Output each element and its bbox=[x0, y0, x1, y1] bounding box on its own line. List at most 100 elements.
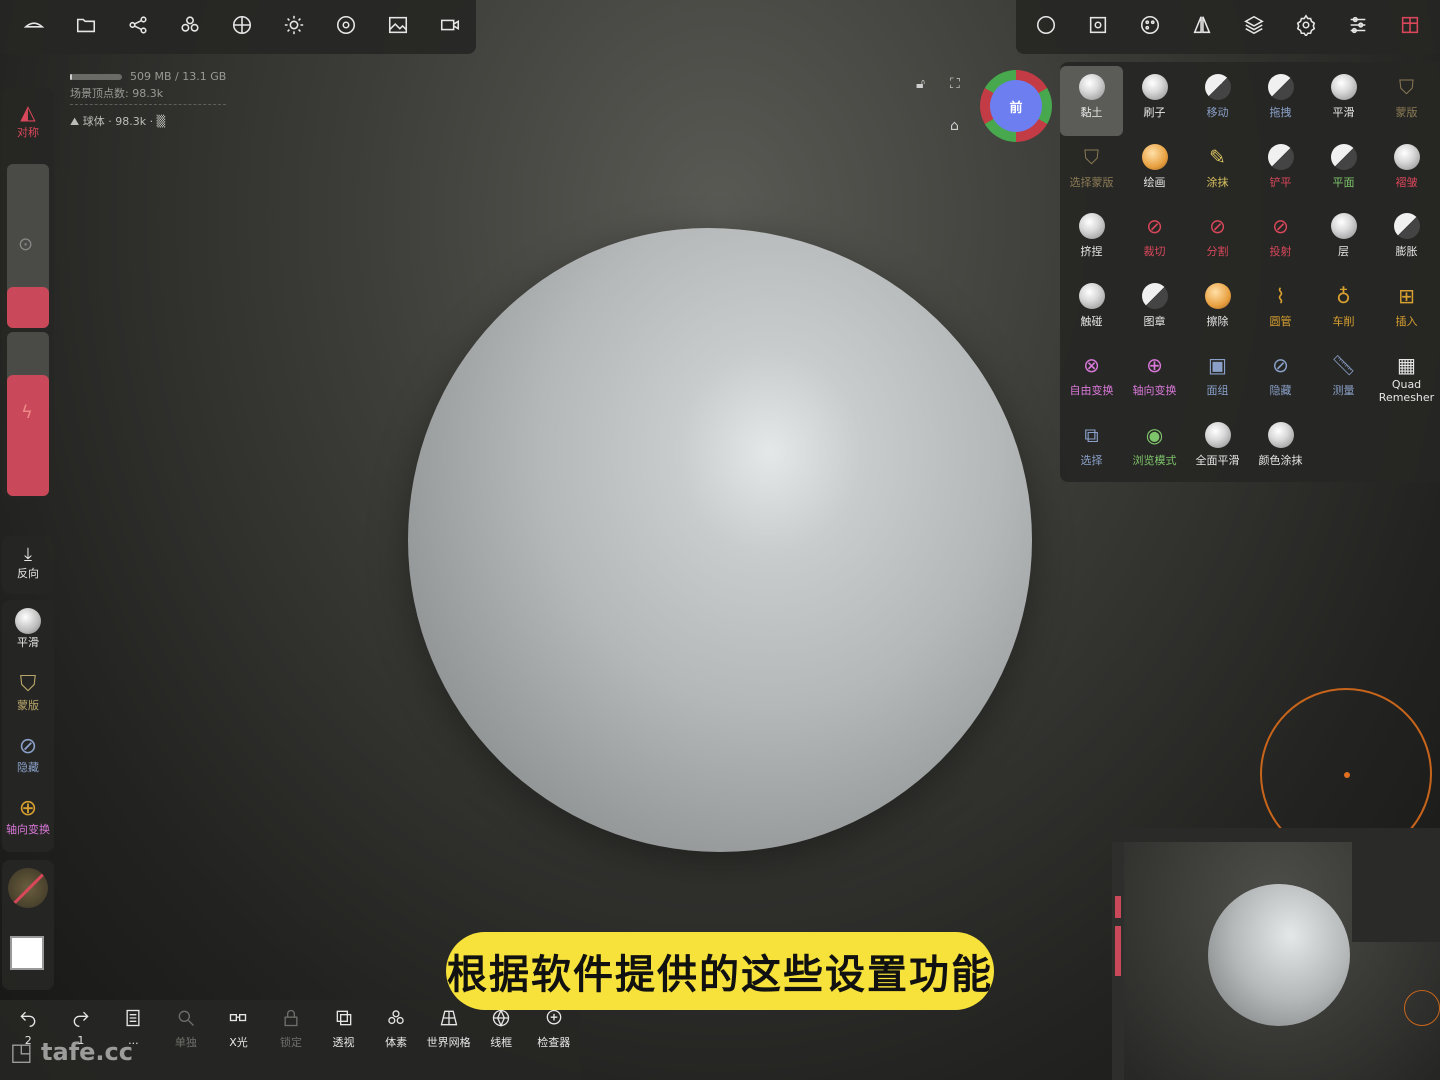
objects-button[interactable] bbox=[164, 0, 216, 54]
tool-31[interactable]: ⧉ 选择 bbox=[1060, 414, 1123, 484]
light-button[interactable] bbox=[268, 0, 320, 54]
tool-label: 平面 bbox=[1332, 175, 1355, 189]
tool-11[interactable]: 平面 bbox=[1312, 136, 1375, 206]
app-logo-icon bbox=[23, 14, 45, 40]
tool-24[interactable]: ⊞ 插入 bbox=[1375, 275, 1438, 345]
tool-7[interactable]: ⛉ 选择蒙版 bbox=[1060, 136, 1123, 206]
hide-shortcut[interactable]: ⊘ 隐藏 bbox=[2, 734, 54, 775]
memory-text: 509 MB / 13.1 GB bbox=[130, 70, 227, 83]
tool-19[interactable]: 触碰 bbox=[1060, 275, 1123, 345]
palette-button[interactable] bbox=[1124, 0, 1176, 54]
fullscreen-icon[interactable]: ⛶ bbox=[950, 76, 960, 92]
smooth-shortcut[interactable]: 平滑 bbox=[2, 608, 54, 650]
tool-21[interactable]: 擦除 bbox=[1186, 275, 1249, 345]
orange-brush-icon bbox=[1141, 143, 1168, 170]
tool-label: 绘画 bbox=[1143, 175, 1166, 189]
tool-8[interactable]: 绘画 bbox=[1123, 136, 1186, 206]
sliders-button[interactable] bbox=[1332, 0, 1384, 54]
tool-27[interactable]: ▣ 面组 bbox=[1186, 344, 1249, 414]
object-row[interactable]: ⛰ 球体 · 98.3k · ▒ bbox=[70, 113, 226, 129]
material-button[interactable] bbox=[216, 0, 268, 54]
tool-17[interactable]: 层 bbox=[1312, 205, 1375, 275]
radius-slider[interactable]: ⊙ bbox=[7, 164, 49, 328]
settings-button[interactable] bbox=[1280, 0, 1332, 54]
tool-10[interactable]: 铲平 bbox=[1249, 136, 1312, 206]
home-icon[interactable]: ⌂ bbox=[950, 118, 959, 134]
tool-29[interactable]: 📏︎ 测量 bbox=[1312, 344, 1375, 414]
bottom-label: 世界网格 bbox=[426, 1036, 471, 1049]
tool-label: 隐藏 bbox=[1269, 384, 1292, 397]
view-cube-front[interactable]: 前 bbox=[990, 80, 1042, 132]
render-button[interactable] bbox=[1072, 0, 1124, 54]
lock-view-icon[interactable]: 🔓︎ bbox=[916, 76, 925, 92]
layers-button[interactable] bbox=[1228, 0, 1280, 54]
tool-25[interactable]: ⊗ 自由变换 bbox=[1060, 344, 1123, 414]
tube-icon: ⌇ bbox=[1275, 283, 1286, 308]
hide-label: 隐藏 bbox=[17, 761, 39, 774]
tool-22[interactable]: ⌇ 圆管 bbox=[1249, 275, 1312, 345]
video-subtitle: 根据软件提供的这些设置功能 bbox=[446, 932, 994, 1010]
tool-5[interactable]: 平滑 bbox=[1312, 66, 1375, 136]
tool-20[interactable]: 图章 bbox=[1123, 275, 1186, 345]
symmetry-icon: ◭ bbox=[20, 100, 36, 124]
tool-30[interactable]: ▦ Quad Remesher bbox=[1375, 344, 1438, 414]
tool-4[interactable]: 拖拽 bbox=[1249, 66, 1312, 136]
half-brush-icon bbox=[1141, 282, 1168, 309]
tool-3[interactable]: 移动 bbox=[1186, 66, 1249, 136]
axis-transform-shortcut[interactable]: ⊕ 轴向变换 bbox=[2, 796, 54, 837]
tool-1[interactable]: 黏土 bbox=[1060, 66, 1123, 136]
bottom-label: 线框 bbox=[490, 1036, 513, 1049]
app-logo-button[interactable] bbox=[8, 0, 60, 54]
symmetry-button[interactable] bbox=[1176, 0, 1228, 54]
color-swatch[interactable] bbox=[10, 936, 44, 970]
perspective-button[interactable]: 透视 bbox=[317, 1000, 370, 1080]
view-cube[interactable]: 前 bbox=[980, 70, 1052, 142]
sphere-brush-icon bbox=[1078, 213, 1105, 239]
tool-label: 触碰 bbox=[1080, 314, 1103, 328]
xray-button[interactable]: X光 bbox=[212, 1000, 265, 1080]
tool-32[interactable]: ◉ 浏览模式 bbox=[1123, 414, 1186, 484]
tool-14[interactable]: ⊘ 裁切 bbox=[1123, 205, 1186, 275]
lock-button[interactable]: 锁定 bbox=[265, 1000, 318, 1080]
tool-label: 颜色涂抹 bbox=[1258, 453, 1303, 467]
tool-23[interactable]: ♁ 车削 bbox=[1312, 275, 1375, 345]
tool-13[interactable]: 挤捏 bbox=[1060, 205, 1123, 275]
matcap-button[interactable] bbox=[1020, 0, 1072, 54]
tool-6[interactable]: ⛉ 蒙版 bbox=[1375, 66, 1438, 136]
shop-button[interactable] bbox=[1384, 0, 1436, 54]
video-icon bbox=[439, 14, 461, 40]
share-button[interactable] bbox=[112, 0, 164, 54]
isolate-button[interactable]: 单独 bbox=[160, 1000, 213, 1080]
tool-15[interactable]: ⊘ 分割 bbox=[1186, 205, 1249, 275]
sphere-brush-icon bbox=[1330, 74, 1357, 100]
wireframe-button[interactable]: 线框 bbox=[475, 1000, 528, 1080]
tool-2[interactable]: 刷子 bbox=[1123, 66, 1186, 136]
half-brush-icon bbox=[1393, 213, 1420, 239]
tool-26[interactable]: ⊕ 轴向变换 bbox=[1123, 344, 1186, 414]
tool-12[interactable]: 褶皱 bbox=[1375, 136, 1438, 206]
mask-shortcut[interactable]: ⛉ 蒙版 bbox=[2, 672, 54, 713]
reverse-button[interactable]: ⤓ 反向 bbox=[2, 544, 54, 581]
tool-33[interactable]: 全面平滑 bbox=[1186, 414, 1249, 484]
tool-16[interactable]: ⊘ 投射 bbox=[1249, 205, 1312, 275]
camera-settings-button[interactable] bbox=[320, 0, 372, 54]
tool-34[interactable]: 颜色涂抹 bbox=[1249, 414, 1312, 484]
voxel-button[interactable]: 体素 bbox=[370, 1000, 423, 1080]
tool-28[interactable]: ⊘ 隐藏 bbox=[1249, 344, 1312, 414]
facegroup-icon: ▣ bbox=[1208, 353, 1227, 377]
grid-button[interactable]: 世界网格 bbox=[422, 1000, 475, 1080]
shield-icon: ⛉ bbox=[1399, 75, 1414, 99]
sculpt-sphere[interactable] bbox=[408, 228, 1032, 852]
symmetry-button[interactable]: ◭ 对称 bbox=[2, 100, 54, 140]
tool-9[interactable]: ✎ 涂抹 bbox=[1186, 136, 1249, 206]
half-brush-icon bbox=[1204, 74, 1231, 100]
inspector-button[interactable]: 检查器 bbox=[527, 1000, 580, 1080]
image-button[interactable] bbox=[372, 0, 424, 54]
video-button[interactable] bbox=[424, 0, 476, 54]
folder-button[interactable] bbox=[60, 0, 112, 54]
tool-18[interactable]: 膨胀 bbox=[1375, 205, 1438, 275]
intensity-slider[interactable]: ϟ bbox=[7, 332, 49, 496]
axis-icon: ⊕ bbox=[18, 796, 38, 821]
material-swatch[interactable] bbox=[8, 868, 48, 908]
palette-icon bbox=[1139, 14, 1161, 40]
